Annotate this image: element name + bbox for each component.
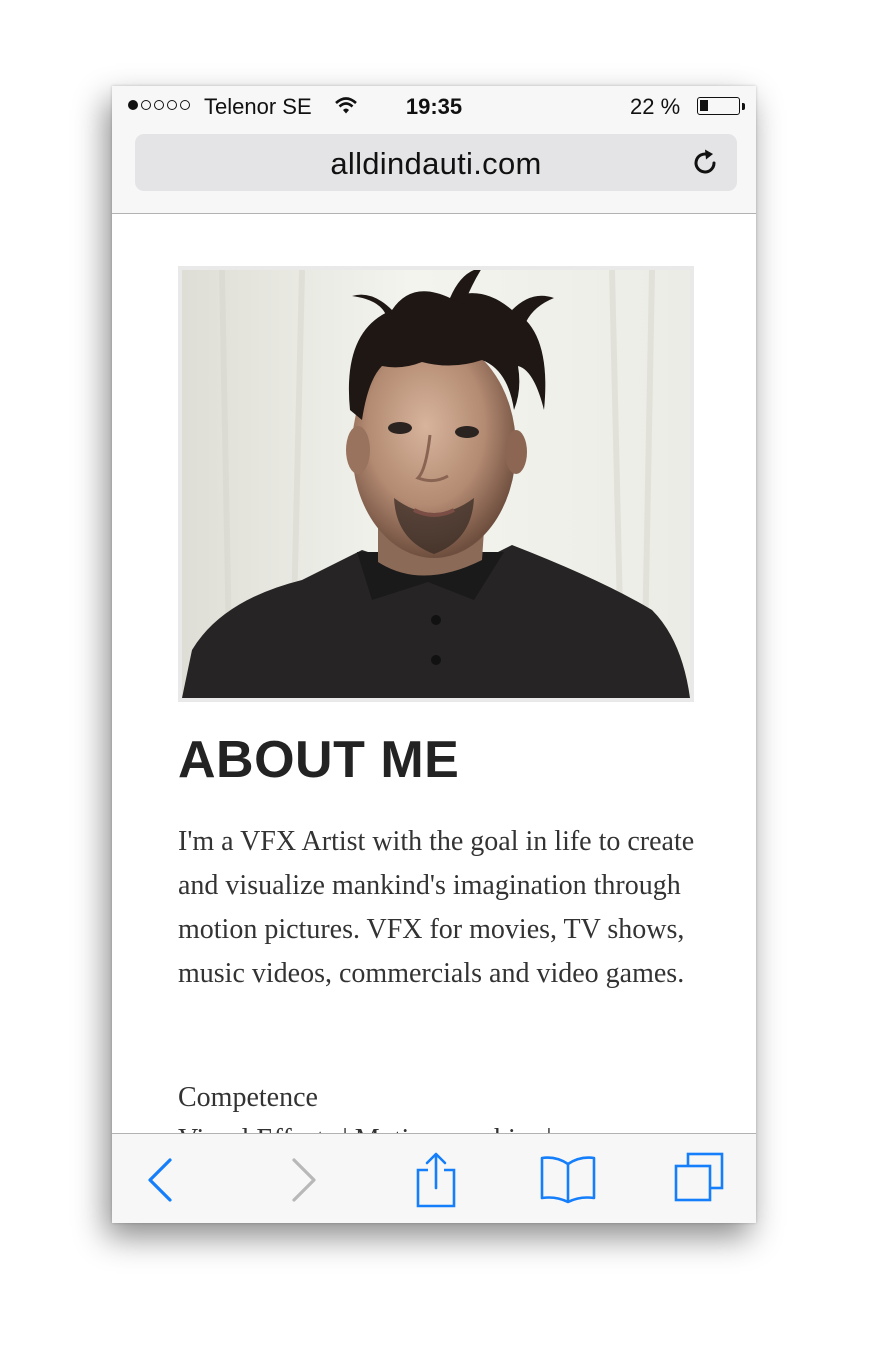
status-bar: Telenor SE 19:35 22 % <box>112 86 756 128</box>
bookmarks-icon[interactable] <box>538 1152 598 1208</box>
page-content: ABOUT ME I'm a VFX Artist with the goal … <box>112 214 756 1134</box>
profile-photo <box>178 266 694 702</box>
about-me-text: I'm a VFX Artist with the goal in life t… <box>178 826 695 989</box>
address-bar[interactable]: alldindauti.com <box>135 134 737 191</box>
phone-screen: Telenor SE 19:35 22 % alldindauti.com AB… <box>112 86 756 1223</box>
about-me-heading: ABOUT ME <box>178 731 460 789</box>
forward-icon[interactable] <box>272 1152 332 1208</box>
browser-toolbar <box>112 1133 756 1223</box>
address-bar-container: alldindauti.com <box>112 128 756 214</box>
competence-list: Visual Effects | Motion graphics | <box>178 1118 552 1134</box>
back-icon[interactable] <box>132 1152 192 1208</box>
reload-icon[interactable] <box>691 148 721 178</box>
share-icon[interactable] <box>406 1152 466 1208</box>
url-text[interactable]: alldindauti.com <box>135 146 737 182</box>
battery-icon <box>697 97 740 115</box>
battery-percentage: 22 % <box>630 94 681 119</box>
tabs-icon[interactable] <box>670 1152 730 1208</box>
battery-tip <box>742 103 745 110</box>
competence-heading: Competence <box>178 1082 318 1113</box>
